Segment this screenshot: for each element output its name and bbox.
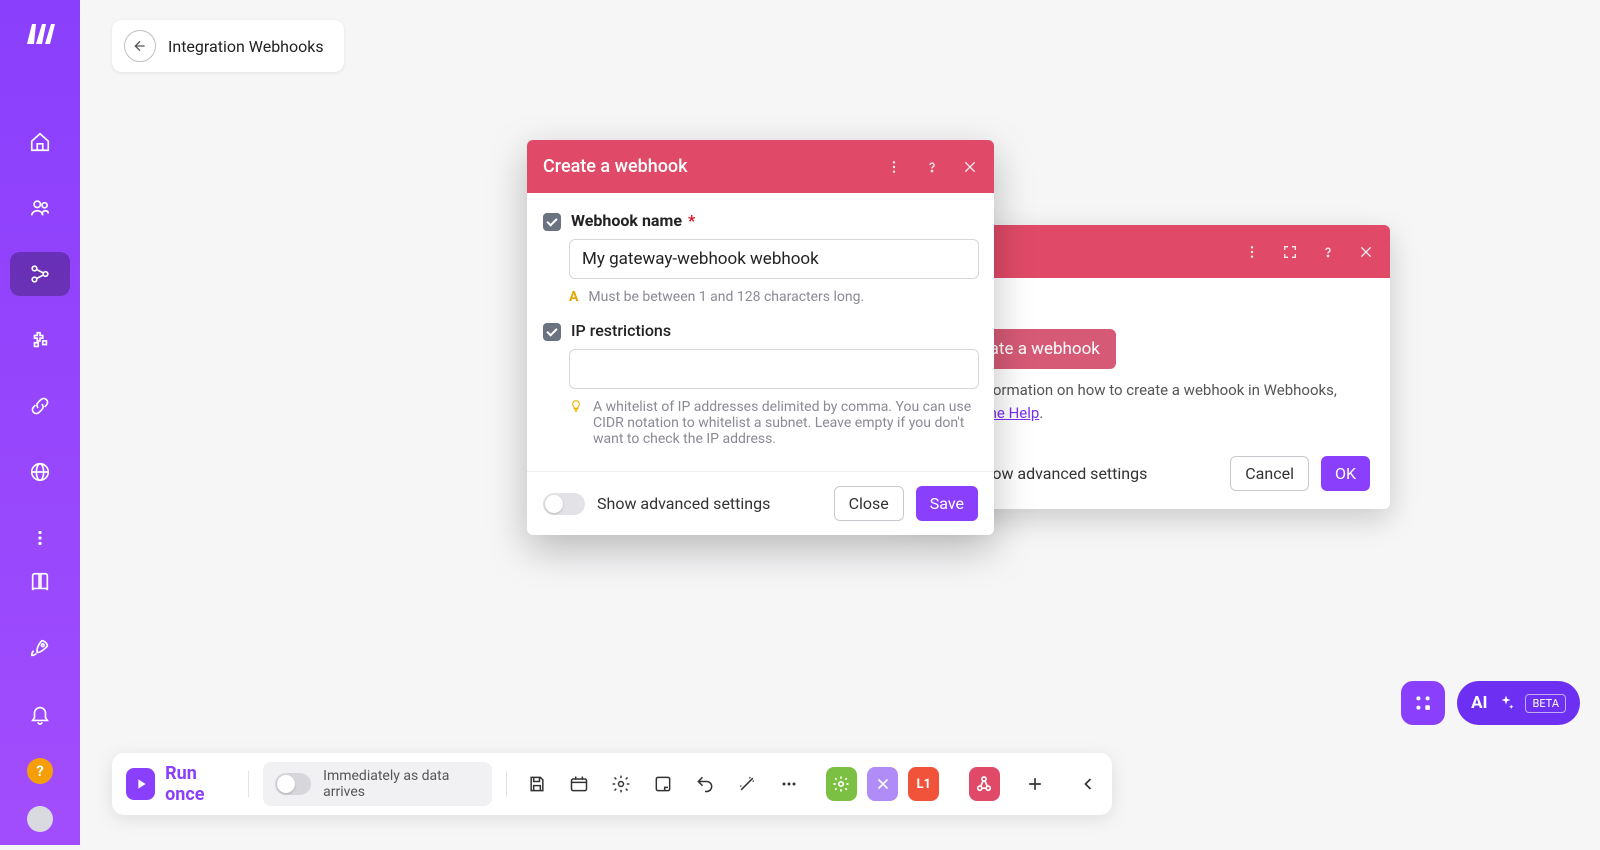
collapse-button[interactable] (1078, 774, 1098, 794)
schedule-toggle[interactable] (275, 773, 311, 795)
layout-button[interactable] (1401, 681, 1445, 725)
breadcrumb: Integration Webhooks (112, 20, 344, 72)
create-webhook-modal-title: Create a webhook (543, 156, 688, 177)
ip-restrictions-input[interactable] (569, 349, 979, 389)
lightbulb-icon (569, 399, 583, 413)
kebab-icon[interactable] (886, 159, 902, 175)
schedule-group: Immediately as data arrives (263, 762, 492, 806)
floating-actions: AI BETA (1401, 681, 1580, 725)
module-chip-sheets[interactable] (826, 767, 857, 801)
map-toggle-ip[interactable] (543, 323, 561, 341)
cancel-button[interactable]: Cancel (1230, 456, 1309, 491)
nav-group-bottom: ? (10, 560, 70, 850)
divider (506, 771, 507, 797)
save-button[interactable]: Save (916, 486, 978, 521)
nav-notifications[interactable] (10, 692, 70, 736)
nav-rocket[interactable] (10, 626, 70, 670)
undo-icon[interactable] (695, 774, 715, 794)
create-webhook-modal: Create a webhook Webhook name * A Must b… (527, 140, 994, 535)
module-chip-l1[interactable]: L1 (908, 767, 939, 801)
close-button[interactable]: Close (834, 486, 904, 521)
close-icon[interactable] (1358, 244, 1374, 260)
nav-scenarios[interactable] (10, 252, 70, 296)
webhook-name-input[interactable] (569, 239, 979, 279)
expand-icon[interactable] (1282, 244, 1298, 260)
webhook-name-label: Webhook name * (571, 211, 695, 231)
advanced-settings-toggle[interactable] (543, 493, 585, 515)
close-icon[interactable] (962, 159, 978, 175)
run-once-button[interactable]: Run once (126, 763, 234, 805)
settings-icon[interactable] (611, 774, 631, 794)
back-button[interactable] (124, 30, 156, 62)
divider (248, 771, 249, 797)
ok-button[interactable]: OK (1321, 456, 1370, 491)
run-once-label: Run once (165, 763, 234, 805)
nav-home[interactable] (10, 120, 70, 164)
add-module-button[interactable] (1025, 774, 1045, 794)
ip-restrictions-hint: A whitelist of IP addresses delimited by… (593, 399, 978, 447)
ip-restrictions-label: IP restrictions (571, 321, 671, 341)
module-chip-tools[interactable] (867, 767, 898, 801)
save-icon[interactable] (527, 774, 547, 794)
advanced-settings-label: Show advanced settings (597, 494, 770, 513)
warning-icon: A (569, 289, 578, 305)
nav-apps[interactable] (10, 318, 70, 362)
nav-webhooks[interactable] (10, 450, 70, 494)
nav-connections[interactable] (10, 384, 70, 428)
map-toggle-webhook-name[interactable] (543, 213, 561, 231)
module-chip-webhook[interactable] (969, 767, 1000, 801)
help-badge[interactable]: ? (27, 758, 53, 784)
app-logo[interactable] (20, 18, 60, 50)
schedule-icon[interactable] (569, 774, 589, 794)
webhook-name-hint: Must be between 1 and 128 characters lon… (588, 289, 864, 305)
magic-icon[interactable] (737, 774, 757, 794)
bottom-toolbar: Run once Immediately as data arrives L1 (112, 753, 1112, 815)
schedule-label: Immediately as data arrives (323, 768, 479, 800)
nav-group-top (10, 120, 70, 560)
notes-icon[interactable] (653, 774, 673, 794)
help-icon[interactable] (924, 159, 940, 175)
sidebar: ? (0, 0, 80, 845)
ai-button[interactable]: AI BETA (1457, 681, 1580, 725)
ai-label: AI (1471, 693, 1487, 713)
breadcrumb-label: Integration Webhooks (168, 37, 324, 56)
nav-docs[interactable] (10, 560, 70, 604)
kebab-icon[interactable] (1244, 244, 1260, 260)
create-webhook-modal-header[interactable]: Create a webhook (527, 140, 994, 193)
beta-badge: BETA (1525, 694, 1566, 713)
nav-more[interactable] (10, 516, 70, 560)
back-advanced-label: Show advanced settings (974, 464, 1147, 483)
play-icon (126, 768, 155, 800)
help-icon[interactable] (1320, 244, 1336, 260)
user-avatar[interactable] (27, 806, 53, 832)
sparkle-icon (1497, 694, 1515, 712)
more-icon[interactable] (779, 774, 799, 794)
nav-team[interactable] (10, 186, 70, 230)
